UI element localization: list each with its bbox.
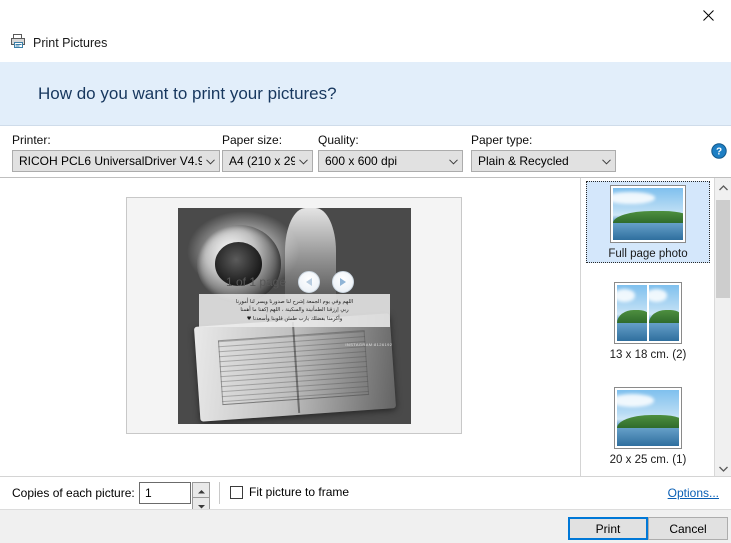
svg-text:?: ?	[716, 147, 722, 158]
quality-label: Quality:	[318, 133, 359, 147]
paper-type-field: Paper type: Plain & Recycled	[471, 133, 616, 172]
printer-field: Printer: RICOH PCL6 UniversalDriver V4.9	[12, 133, 220, 172]
scroll-up-icon	[718, 180, 728, 194]
printer-label: Printer:	[12, 133, 51, 147]
previous-page-button[interactable]	[298, 270, 321, 293]
paper-type-select[interactable]: Plain & Recycled	[471, 150, 616, 172]
layout-label: 20 x 25 cm. (1)	[609, 454, 687, 466]
layout-list[interactable]: Full page photo 13 x 18 cm. (2) 20 x 25 …	[581, 178, 714, 476]
quality-value: 600 x 600 dpi	[325, 154, 398, 168]
print-button[interactable]: Print	[568, 517, 648, 540]
thumbnail-scene	[649, 285, 679, 341]
layout-label: Full page photo	[608, 248, 688, 260]
layout-option-13x18[interactable]: 13 x 18 cm. (2)	[586, 278, 710, 364]
scroll-down-icon	[718, 461, 728, 475]
app-identity: Print Pictures	[10, 33, 107, 52]
settings-bar: Printer: RICOH PCL6 UniversalDriver V4.9…	[0, 127, 731, 178]
quality-field: Quality: 600 x 600 dpi	[318, 133, 463, 172]
previous-page-icon	[306, 277, 313, 286]
checkbox-box	[230, 485, 243, 499]
page-title: How do you want to print your pictures?	[38, 84, 337, 103]
arabic-line-2: ربي إرزقنا الطمأنينة والسكينة ، اللهم إك…	[240, 307, 349, 314]
options-link[interactable]: Options...	[668, 486, 719, 500]
next-page-icon	[340, 277, 347, 286]
copies-stepper[interactable]	[192, 482, 210, 513]
thumbnail-scene	[613, 188, 683, 240]
layout-scrollbar[interactable]	[714, 178, 731, 476]
scroll-up-button[interactable]	[715, 178, 731, 195]
help-icon[interactable]: ?	[711, 143, 727, 159]
chevron-down-icon	[299, 154, 308, 168]
footer-bar: Print Cancel	[0, 509, 731, 543]
arabic-line-3: وأكرمنا بفضلك يارب طمئن قلوبنا وأسعدنا ♥	[246, 315, 343, 322]
printer-value: RICOH PCL6 UniversalDriver V4.9	[19, 154, 202, 168]
close-button[interactable]	[685, 0, 731, 30]
scroll-down-button[interactable]	[715, 459, 731, 476]
arabic-line-1: اللهم وفي يوم الجمعة إشرح لنا صدورنا ويس…	[235, 299, 354, 306]
fit-picture-label: Fit picture to frame	[249, 485, 350, 499]
spinner-up-icon	[197, 483, 205, 497]
copies-input[interactable]: 1	[139, 482, 191, 504]
scrollbar-thumb[interactable]	[716, 200, 730, 298]
layout-thumbnail	[610, 185, 686, 243]
thumbnail-scene	[617, 285, 647, 341]
layout-thumbnail	[614, 282, 682, 344]
print-preview-pane: اللهم وفي يوم الجمعة إشرح لنا صدورنا ويس…	[0, 178, 581, 476]
copies-label: Copies of each picture:	[12, 486, 135, 500]
cancel-button[interactable]: Cancel	[648, 517, 728, 540]
paper-size-select[interactable]: A4 (210 x 297	[222, 150, 313, 172]
options-bar: Copies of each picture: 1 Fit picture to…	[0, 476, 731, 513]
page-counter: 1 of 1 page	[225, 274, 287, 289]
layout-label: 13 x 18 cm. (2)	[609, 349, 687, 361]
title-bar: Print Pictures	[0, 0, 731, 62]
copies-increment-button[interactable]	[192, 482, 210, 498]
page-navigation: 1 of 1 page	[0, 266, 580, 297]
app-title: Print Pictures	[33, 35, 108, 50]
chevron-down-icon	[449, 154, 458, 168]
photo-watermark: INSTAGRAM:8126192	[345, 341, 393, 347]
paper-size-field: Paper size: A4 (210 x 297	[222, 133, 313, 172]
preview-photo: اللهم وفي يوم الجمعة إشرح لنا صدورنا ويس…	[178, 208, 411, 424]
layout-option-20x25[interactable]: 20 x 25 cm. (1)	[586, 383, 710, 469]
fit-picture-to-frame-checkbox[interactable]: Fit picture to frame	[230, 485, 349, 499]
thumbnail-scene	[617, 390, 679, 446]
paper-size-value: A4 (210 x 297	[229, 154, 295, 168]
layout-thumbnail	[614, 387, 682, 449]
arabic-caption: اللهم وفي يوم الجمعة إشرح لنا صدورنا ويس…	[198, 294, 391, 327]
preview-page-sheet: اللهم وفي يوم الجمعة إشرح لنا صدورنا ويس…	[126, 197, 462, 434]
paper-type-label: Paper type:	[471, 133, 533, 147]
printer-select[interactable]: RICOH PCL6 UniversalDriver V4.9	[12, 150, 220, 172]
paper-size-label: Paper size:	[222, 133, 283, 147]
layout-option-full-page[interactable]: Full page photo	[586, 181, 710, 263]
paper-type-value: Plain & Recycled	[478, 154, 569, 168]
printer-icon	[10, 33, 26, 52]
header-banner: How do you want to print your pictures?	[0, 62, 731, 126]
next-page-button[interactable]	[332, 270, 355, 293]
options-divider	[219, 482, 220, 504]
close-icon	[702, 9, 714, 21]
chevron-down-icon	[602, 154, 611, 168]
quality-select[interactable]: 600 x 600 dpi	[318, 150, 463, 172]
chevron-down-icon	[206, 154, 215, 168]
